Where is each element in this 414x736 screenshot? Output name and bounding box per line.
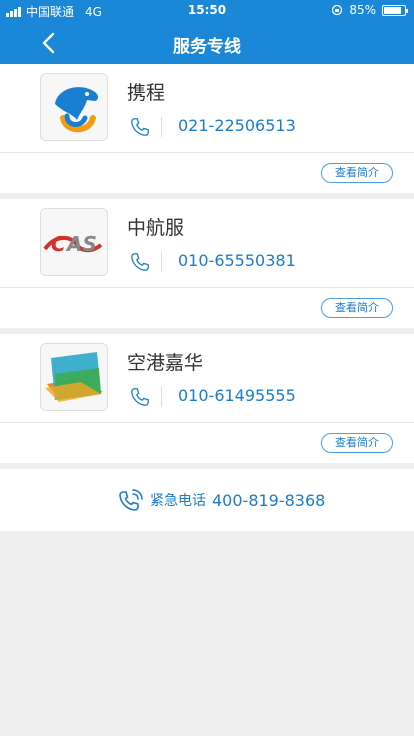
phone-icon [131,388,149,406]
app-header: 中国联通 4G 15:50 85% 服务专线 [0,0,414,64]
service-card-ctrip: 携程 021-22506513 查看简介 [0,64,414,193]
battery-percent: 85% [349,3,376,17]
phone-icon [131,253,149,271]
divider [161,387,162,407]
cas-logo: C AS [40,208,108,276]
phone-icon [131,118,149,136]
service-card-top: 携程 021-22506513 [0,64,414,153]
view-intro-button[interactable]: 查看简介 [321,433,393,453]
view-intro-button[interactable]: 查看简介 [321,163,393,183]
status-bar: 中国联通 4G 15:50 85% [0,0,414,22]
svg-text:AS: AS [65,232,97,256]
service-card-top: 空港嘉华 010-61495555 [0,334,414,423]
service-phone-link[interactable]: 021-22506513 [178,116,296,135]
ctrip-dolphin-logo [40,73,108,141]
divider [161,252,162,272]
phone-ringing-icon [119,489,143,511]
service-name: 携程 [127,82,166,104]
emergency-label: 紧急电话 [150,493,206,509]
service-phone-link[interactable]: 010-65550381 [178,251,296,270]
service-phone-link[interactable]: 010-61495555 [178,386,296,405]
svg-text:C: C [51,232,66,256]
emergency-bar: 紧急电话 400-819-8368 [0,469,414,531]
service-name: 中航服 [127,217,185,239]
battery-icon [382,4,408,16]
emergency-call-button[interactable]: 紧急电话 400-819-8368 [117,486,325,514]
emergency-phone: 400-819-8368 [212,490,326,510]
airport-jiahua-logo [40,343,108,411]
divider [161,117,162,137]
service-name: 空港嘉华 [127,352,204,374]
page-title: 服务专线 [173,37,241,57]
rotation-lock-icon [332,4,343,16]
status-right: 85% [331,3,408,17]
service-card-top: C AS 中航服 010-65550381 [0,199,414,288]
battery-fill [384,6,401,14]
nav-bar: 服务专线 [0,22,414,64]
service-card-airport-jiahua: 空港嘉华 010-61495555 查看简介 [0,334,414,463]
service-card-cas: C AS 中航服 010-65550381 查看简介 [0,199,414,328]
view-intro-button[interactable]: 查看简介 [321,298,393,318]
